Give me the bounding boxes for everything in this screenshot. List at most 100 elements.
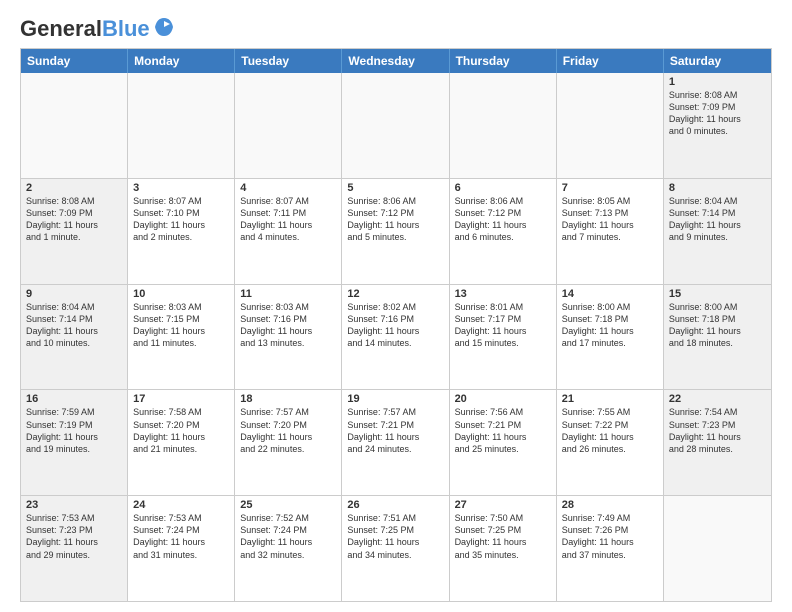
day-number: 13 <box>455 288 551 300</box>
day-cell: 1Sunrise: 8:08 AM Sunset: 7:09 PM Daylig… <box>664 73 771 178</box>
day-cell: 8Sunrise: 8:04 AM Sunset: 7:14 PM Daylig… <box>664 179 771 284</box>
day-cell: 3Sunrise: 8:07 AM Sunset: 7:10 PM Daylig… <box>128 179 235 284</box>
day-header: Monday <box>128 49 235 73</box>
logo-general: General <box>20 16 102 41</box>
day-number: 24 <box>133 499 229 511</box>
logo-text: GeneralBlue <box>20 18 150 40</box>
day-number: 12 <box>347 288 443 300</box>
day-cell <box>450 73 557 178</box>
day-info: Sunrise: 7:53 AM Sunset: 7:23 PM Dayligh… <box>26 512 122 561</box>
day-number: 19 <box>347 393 443 405</box>
day-number: 6 <box>455 182 551 194</box>
day-cell: 18Sunrise: 7:57 AM Sunset: 7:20 PM Dayli… <box>235 390 342 495</box>
day-info: Sunrise: 7:56 AM Sunset: 7:21 PM Dayligh… <box>455 406 551 455</box>
day-header: Sunday <box>21 49 128 73</box>
week-row: 1Sunrise: 8:08 AM Sunset: 7:09 PM Daylig… <box>21 73 771 178</box>
day-cell: 25Sunrise: 7:52 AM Sunset: 7:24 PM Dayli… <box>235 496 342 601</box>
day-info: Sunrise: 8:08 AM Sunset: 7:09 PM Dayligh… <box>26 195 122 244</box>
day-cell <box>21 73 128 178</box>
calendar: SundayMondayTuesdayWednesdayThursdayFrid… <box>20 48 772 602</box>
day-number: 18 <box>240 393 336 405</box>
day-number: 23 <box>26 499 122 511</box>
day-header: Tuesday <box>235 49 342 73</box>
day-cell: 4Sunrise: 8:07 AM Sunset: 7:11 PM Daylig… <box>235 179 342 284</box>
day-info: Sunrise: 8:03 AM Sunset: 7:16 PM Dayligh… <box>240 301 336 350</box>
day-cell: 10Sunrise: 8:03 AM Sunset: 7:15 PM Dayli… <box>128 285 235 390</box>
day-info: Sunrise: 7:55 AM Sunset: 7:22 PM Dayligh… <box>562 406 658 455</box>
day-number: 7 <box>562 182 658 194</box>
day-cell: 22Sunrise: 7:54 AM Sunset: 7:23 PM Dayli… <box>664 390 771 495</box>
day-info: Sunrise: 7:50 AM Sunset: 7:25 PM Dayligh… <box>455 512 551 561</box>
week-row: 16Sunrise: 7:59 AM Sunset: 7:19 PM Dayli… <box>21 389 771 495</box>
day-number: 11 <box>240 288 336 300</box>
day-cell: 17Sunrise: 7:58 AM Sunset: 7:20 PM Dayli… <box>128 390 235 495</box>
day-cell: 26Sunrise: 7:51 AM Sunset: 7:25 PM Dayli… <box>342 496 449 601</box>
day-cell: 16Sunrise: 7:59 AM Sunset: 7:19 PM Dayli… <box>21 390 128 495</box>
day-cell: 28Sunrise: 7:49 AM Sunset: 7:26 PM Dayli… <box>557 496 664 601</box>
day-number: 16 <box>26 393 122 405</box>
day-cell <box>128 73 235 178</box>
day-cell <box>664 496 771 601</box>
day-number: 1 <box>669 76 766 88</box>
day-info: Sunrise: 8:07 AM Sunset: 7:11 PM Dayligh… <box>240 195 336 244</box>
day-number: 9 <box>26 288 122 300</box>
day-cell: 2Sunrise: 8:08 AM Sunset: 7:09 PM Daylig… <box>21 179 128 284</box>
day-number: 17 <box>133 393 229 405</box>
day-number: 5 <box>347 182 443 194</box>
day-info: Sunrise: 8:05 AM Sunset: 7:13 PM Dayligh… <box>562 195 658 244</box>
day-cell: 23Sunrise: 7:53 AM Sunset: 7:23 PM Dayli… <box>21 496 128 601</box>
header: GeneralBlue <box>20 18 772 40</box>
day-cell: 11Sunrise: 8:03 AM Sunset: 7:16 PM Dayli… <box>235 285 342 390</box>
day-number: 14 <box>562 288 658 300</box>
day-number: 27 <box>455 499 551 511</box>
day-info: Sunrise: 8:03 AM Sunset: 7:15 PM Dayligh… <box>133 301 229 350</box>
day-number: 25 <box>240 499 336 511</box>
day-cell: 5Sunrise: 8:06 AM Sunset: 7:12 PM Daylig… <box>342 179 449 284</box>
day-cell: 13Sunrise: 8:01 AM Sunset: 7:17 PM Dayli… <box>450 285 557 390</box>
day-info: Sunrise: 8:08 AM Sunset: 7:09 PM Dayligh… <box>669 89 766 138</box>
day-info: Sunrise: 7:59 AM Sunset: 7:19 PM Dayligh… <box>26 406 122 455</box>
day-number: 26 <box>347 499 443 511</box>
day-number: 10 <box>133 288 229 300</box>
day-header: Thursday <box>450 49 557 73</box>
day-header: Saturday <box>664 49 771 73</box>
day-cell: 7Sunrise: 8:05 AM Sunset: 7:13 PM Daylig… <box>557 179 664 284</box>
day-header: Friday <box>557 49 664 73</box>
day-number: 15 <box>669 288 766 300</box>
logo: GeneralBlue <box>20 18 175 40</box>
day-number: 3 <box>133 182 229 194</box>
day-info: Sunrise: 8:02 AM Sunset: 7:16 PM Dayligh… <box>347 301 443 350</box>
day-cell <box>235 73 342 178</box>
day-cell: 21Sunrise: 7:55 AM Sunset: 7:22 PM Dayli… <box>557 390 664 495</box>
day-cell: 6Sunrise: 8:06 AM Sunset: 7:12 PM Daylig… <box>450 179 557 284</box>
day-info: Sunrise: 7:49 AM Sunset: 7:26 PM Dayligh… <box>562 512 658 561</box>
logo-blue: Blue <box>102 16 150 41</box>
day-cell: 14Sunrise: 8:00 AM Sunset: 7:18 PM Dayli… <box>557 285 664 390</box>
day-cell <box>342 73 449 178</box>
day-cell: 15Sunrise: 8:00 AM Sunset: 7:18 PM Dayli… <box>664 285 771 390</box>
day-number: 22 <box>669 393 766 405</box>
day-info: Sunrise: 8:06 AM Sunset: 7:12 PM Dayligh… <box>347 195 443 244</box>
day-info: Sunrise: 8:06 AM Sunset: 7:12 PM Dayligh… <box>455 195 551 244</box>
weeks: 1Sunrise: 8:08 AM Sunset: 7:09 PM Daylig… <box>21 73 771 601</box>
day-number: 21 <box>562 393 658 405</box>
day-cell: 24Sunrise: 7:53 AM Sunset: 7:24 PM Dayli… <box>128 496 235 601</box>
day-cell: 20Sunrise: 7:56 AM Sunset: 7:21 PM Dayli… <box>450 390 557 495</box>
page: GeneralBlue SundayMondayTuesdayWednesday… <box>0 0 792 612</box>
day-header: Wednesday <box>342 49 449 73</box>
week-row: 2Sunrise: 8:08 AM Sunset: 7:09 PM Daylig… <box>21 178 771 284</box>
day-info: Sunrise: 8:04 AM Sunset: 7:14 PM Dayligh… <box>669 195 766 244</box>
day-info: Sunrise: 7:52 AM Sunset: 7:24 PM Dayligh… <box>240 512 336 561</box>
day-number: 4 <box>240 182 336 194</box>
week-row: 9Sunrise: 8:04 AM Sunset: 7:14 PM Daylig… <box>21 284 771 390</box>
day-info: Sunrise: 7:54 AM Sunset: 7:23 PM Dayligh… <box>669 406 766 455</box>
day-cell: 9Sunrise: 8:04 AM Sunset: 7:14 PM Daylig… <box>21 285 128 390</box>
day-number: 8 <box>669 182 766 194</box>
day-number: 2 <box>26 182 122 194</box>
day-cell: 12Sunrise: 8:02 AM Sunset: 7:16 PM Dayli… <box>342 285 449 390</box>
day-info: Sunrise: 7:51 AM Sunset: 7:25 PM Dayligh… <box>347 512 443 561</box>
day-headers: SundayMondayTuesdayWednesdayThursdayFrid… <box>21 49 771 73</box>
day-info: Sunrise: 8:04 AM Sunset: 7:14 PM Dayligh… <box>26 301 122 350</box>
day-info: Sunrise: 7:57 AM Sunset: 7:20 PM Dayligh… <box>240 406 336 455</box>
day-cell: 27Sunrise: 7:50 AM Sunset: 7:25 PM Dayli… <box>450 496 557 601</box>
